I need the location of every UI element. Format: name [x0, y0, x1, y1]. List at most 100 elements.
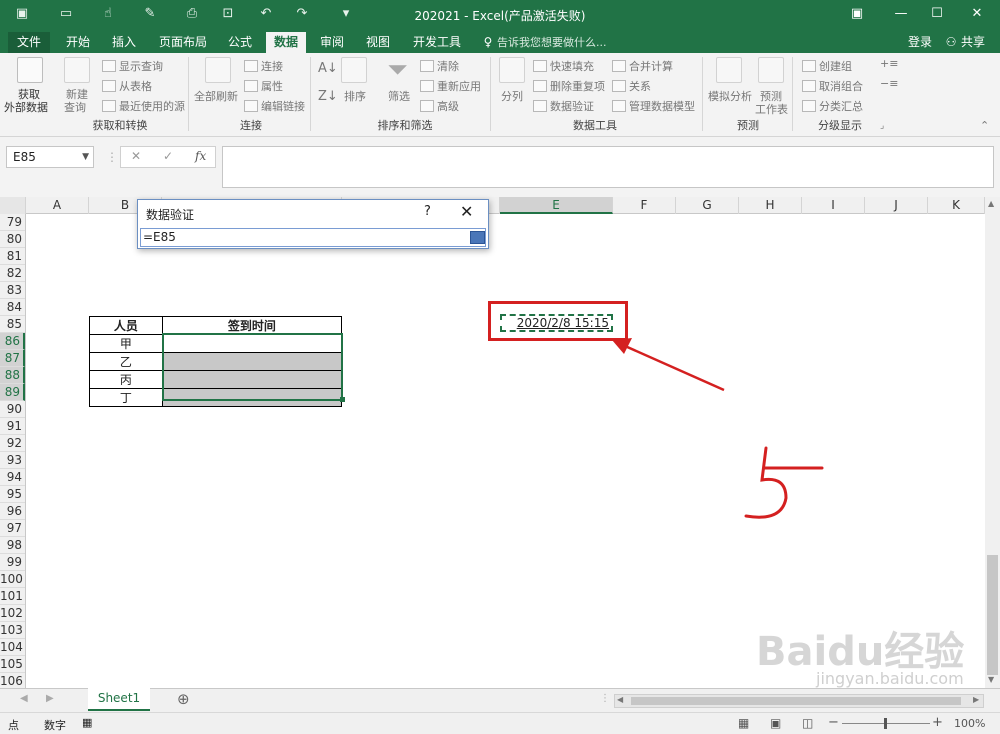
column-header-selected[interactable]: E: [500, 197, 613, 214]
reapply-button[interactable]: 重新应用: [420, 78, 481, 94]
scroll-left-icon[interactable]: ◀: [617, 695, 623, 704]
page-layout-view-icon[interactable]: ▣: [770, 716, 781, 730]
row-header-selected[interactable]: 87: [0, 350, 25, 367]
cancel-icon[interactable]: ✕: [131, 149, 141, 163]
filter-button[interactable]: 筛选: [388, 88, 410, 104]
page-break-view-icon[interactable]: ◫: [802, 716, 813, 730]
sort-za-icon[interactable]: Z↓: [318, 89, 338, 104]
insert-function-icon[interactable]: fx: [195, 149, 206, 163]
horizontal-scrollbar[interactable]: ◀ ▶: [614, 694, 984, 708]
table-cell-person[interactable]: 甲: [89, 334, 163, 353]
select-all-corner[interactable]: [0, 197, 26, 214]
row-header[interactable]: 85: [0, 316, 25, 333]
row-header[interactable]: 84: [0, 299, 25, 316]
sort-az-icon[interactable]: A↓: [318, 61, 338, 76]
table-cell-checkin[interactable]: [161, 388, 343, 407]
close-button[interactable]: ✕: [460, 202, 473, 221]
row-header[interactable]: 91: [0, 418, 25, 435]
row-header[interactable]: 94: [0, 469, 25, 486]
forecast-sheet-label-2[interactable]: 工作表: [755, 101, 788, 117]
column-header[interactable]: H: [739, 197, 802, 214]
hide-detail-icon[interactable]: −≡: [880, 77, 898, 90]
sheet-tab-sheet1[interactable]: Sheet1: [88, 688, 150, 711]
recent-sources-button[interactable]: 最近使用的源: [102, 98, 185, 114]
row-header[interactable]: 98: [0, 537, 25, 554]
scroll-thumb[interactable]: [987, 555, 998, 675]
next-sheet-icon[interactable]: ▶: [46, 693, 54, 704]
row-header-selected[interactable]: 88: [0, 367, 25, 384]
edit-links-button[interactable]: 编辑链接: [244, 98, 305, 114]
get-external-label-2[interactable]: 外部数据: [4, 99, 48, 115]
show-detail-icon[interactable]: +≡: [880, 57, 898, 70]
table-cell-checkin[interactable]: [161, 334, 343, 353]
from-table-button[interactable]: 从表格: [102, 78, 152, 94]
scroll-up-icon[interactable]: ▲: [988, 199, 994, 208]
refresh-all-button[interactable]: 全部刷新: [194, 88, 238, 104]
row-header[interactable]: 92: [0, 435, 25, 452]
ribbon-display-icon[interactable]: ▣: [842, 4, 872, 24]
maximize-icon[interactable]: ☐: [922, 4, 952, 24]
table-cell-checkin[interactable]: [161, 352, 343, 371]
undo-icon[interactable]: ↶: [256, 5, 276, 23]
row-header[interactable]: 97: [0, 520, 25, 537]
macro-record-icon[interactable]: ▦: [82, 716, 92, 729]
clear-button[interactable]: 清除: [420, 58, 459, 74]
advanced-button[interactable]: 高级: [420, 98, 459, 114]
what-if-button[interactable]: 模拟分析: [708, 88, 752, 104]
dialog-launcher-icon[interactable]: ⌟: [880, 121, 884, 131]
table-cell-person[interactable]: 乙: [89, 352, 163, 371]
row-header[interactable]: 103: [0, 622, 25, 639]
row-header[interactable]: 106: [0, 673, 25, 688]
worksheet-grid[interactable]: 人员 签到时间 甲 乙 丙 丁 2020/2/8 15:15 5 Baidu经验…: [26, 214, 985, 688]
vertical-scrollbar[interactable]: ▲ ▼: [985, 197, 1000, 688]
save-icon[interactable]: ▣: [12, 5, 32, 23]
row-header[interactable]: 101: [0, 588, 25, 605]
column-header[interactable]: J: [865, 197, 928, 214]
table-cell-checkin[interactable]: [161, 370, 343, 389]
data-validation-button[interactable]: 数据验证: [533, 98, 594, 114]
row-header[interactable]: 80: [0, 231, 25, 248]
normal-view-icon[interactable]: ▦: [738, 716, 749, 730]
row-header[interactable]: 90: [0, 401, 25, 418]
row-header[interactable]: 96: [0, 503, 25, 520]
tab-formulas[interactable]: 公式: [222, 32, 258, 53]
row-header[interactable]: 93: [0, 452, 25, 469]
scroll-down-icon[interactable]: ▼: [988, 675, 994, 684]
sort-button[interactable]: 排序: [344, 88, 366, 104]
row-header[interactable]: 104: [0, 639, 25, 656]
prev-sheet-icon[interactable]: ◀: [20, 693, 28, 704]
scroll-right-icon[interactable]: ▶: [973, 695, 979, 704]
row-header[interactable]: 83: [0, 282, 25, 299]
connections-button[interactable]: 连接: [244, 58, 283, 74]
sign-in-link[interactable]: 登录: [904, 32, 936, 53]
table-header-checkin[interactable]: 签到时间: [161, 316, 343, 335]
row-header[interactable]: 102: [0, 605, 25, 622]
hscroll-thumb[interactable]: [631, 697, 961, 705]
name-box[interactable]: E85 ▼: [6, 146, 94, 168]
brush-icon[interactable]: ✎: [140, 5, 160, 23]
redo-icon[interactable]: ↷: [292, 5, 312, 23]
row-header-selected[interactable]: 86: [0, 333, 25, 350]
row-header[interactable]: 82: [0, 265, 25, 282]
print-preview-icon[interactable]: ⎙: [182, 5, 202, 23]
zoom-slider-thumb[interactable]: [884, 718, 887, 729]
tell-me-search[interactable]: 告诉我您想要做什么...: [497, 32, 612, 53]
close-icon[interactable]: ✕: [962, 4, 992, 24]
row-header[interactable]: 95: [0, 486, 25, 503]
remove-duplicates-button[interactable]: 删除重复项: [533, 78, 605, 94]
column-header[interactable]: K: [928, 197, 985, 214]
row-header[interactable]: 81: [0, 248, 25, 265]
zoom-out-icon[interactable]: −: [828, 715, 839, 730]
consolidate-button[interactable]: 合并计算: [612, 58, 673, 74]
table-cell-person[interactable]: 丙: [89, 370, 163, 389]
row-header-selected[interactable]: 89: [0, 384, 25, 401]
zoom-in-icon[interactable]: +: [932, 715, 943, 730]
expand-dialog-icon[interactable]: [470, 231, 485, 244]
subtotal-button[interactable]: 分类汇总: [802, 98, 863, 114]
tab-view[interactable]: 视图: [360, 32, 396, 53]
touch-icon[interactable]: ☝: [98, 5, 118, 23]
row-header[interactable]: 79: [0, 214, 25, 231]
column-header[interactable]: G: [676, 197, 739, 214]
properties-button[interactable]: 属性: [244, 78, 283, 94]
new-query-label-2[interactable]: 查询: [64, 99, 86, 115]
